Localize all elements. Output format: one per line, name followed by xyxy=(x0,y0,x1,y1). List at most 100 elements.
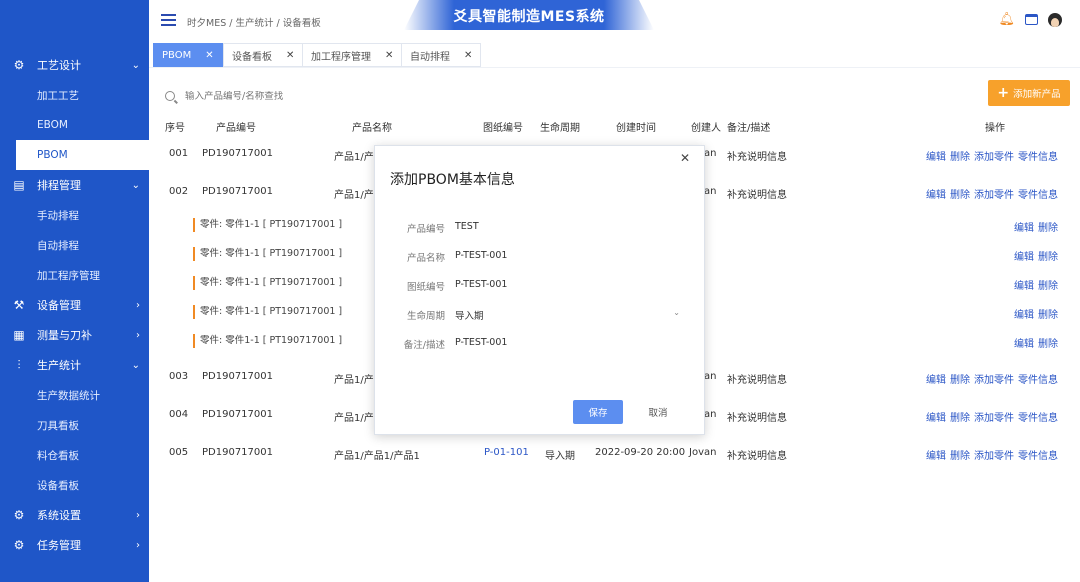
delete-link[interactable]: 删除 xyxy=(1038,219,1058,234)
part-label: 零件: 零件1-1 [ PT190717001 ] xyxy=(193,305,342,319)
delete-link[interactable]: 删除 xyxy=(950,186,970,201)
sidebar-item-process[interactable]: 加工工艺 xyxy=(0,80,149,110)
column-header: 生命周期 xyxy=(540,123,580,134)
sidebar-menu-tasks[interactable]: ⚙ 任务管理 › xyxy=(0,530,149,560)
delete-link[interactable]: 删除 xyxy=(1038,248,1058,263)
delete-link[interactable]: 删除 xyxy=(1038,335,1058,350)
edit-link[interactable]: 编辑 xyxy=(1014,335,1034,350)
avatar[interactable] xyxy=(1048,12,1062,27)
part-info-link[interactable]: 零件信息 xyxy=(1018,186,1058,201)
sidebar-menu-stats[interactable]: ⫶ 生产统计 ⌄ xyxy=(0,350,149,380)
product-code-field[interactable]: TEST xyxy=(455,221,479,232)
sidebar-item-production-stats[interactable]: 生产数据统计 xyxy=(0,380,149,410)
close-icon[interactable]: ✕ xyxy=(205,50,213,61)
sidebar-item-bin-board[interactable]: 料仓看板 xyxy=(0,440,149,470)
drawing-no[interactable]: P-01-101 xyxy=(484,447,529,458)
app-title-banner: 爻具智能制造MES系统 xyxy=(404,0,654,30)
edit-link[interactable]: 编辑 xyxy=(926,409,946,424)
edit-link[interactable]: 编辑 xyxy=(926,371,946,386)
column-header: 序号 xyxy=(165,123,185,134)
sidebar-item-equipment-board[interactable]: 设备看板 xyxy=(0,470,149,500)
bell-icon[interactable]: 🔔︎ xyxy=(998,12,1015,27)
edit-link[interactable]: 编辑 xyxy=(926,447,946,462)
part-info-link[interactable]: 零件信息 xyxy=(1018,148,1058,163)
sidebar-item-ebom[interactable]: EBOM xyxy=(0,110,149,140)
sidebar-item-manual-schedule[interactable]: 手动排程 xyxy=(0,200,149,230)
remark: 补充说明信息 xyxy=(727,413,787,424)
tab-program-management[interactable]: 加工程序管理 ✕ xyxy=(302,43,403,67)
app-title: 爻具智能制造MES系统 xyxy=(453,9,605,25)
sidebar-item-tool-board[interactable]: 刀具看板 xyxy=(0,410,149,440)
chevron-right-icon: › xyxy=(136,329,140,341)
delete-link[interactable]: 删除 xyxy=(950,371,970,386)
process-design-icon: ⚙ xyxy=(13,58,25,72)
edit-link[interactable]: 编辑 xyxy=(926,186,946,201)
column-header: 备注/描述 xyxy=(727,123,771,134)
tab-pbom[interactable]: PBOM ✕ xyxy=(153,43,223,67)
chevron-right-icon: › xyxy=(136,299,140,311)
breadcrumb: 时夕MES / 生产统计 / 设备看板 xyxy=(187,18,321,29)
edit-link[interactable]: 编辑 xyxy=(926,148,946,163)
add-part-link[interactable]: 添加零件 xyxy=(974,148,1014,163)
delete-link[interactable]: 删除 xyxy=(950,447,970,462)
chevron-right-icon: › xyxy=(136,509,140,521)
tab-equipment-board[interactable]: 设备看板 ✕ xyxy=(223,43,304,67)
edit-link[interactable]: 编辑 xyxy=(1014,306,1034,321)
delete-link[interactable]: 删除 xyxy=(1038,277,1058,292)
product-code: PD190717001 xyxy=(202,148,273,159)
task-icon: ⚙ xyxy=(13,538,25,552)
lifecycle-select[interactable]: 导入期 ⌄ xyxy=(450,305,680,325)
search-input[interactable] xyxy=(185,90,425,102)
row-no: 003 xyxy=(169,371,189,382)
tab-auto-schedule[interactable]: 自动排程 ✕ xyxy=(401,43,482,67)
settings-icon: ⚙ xyxy=(13,508,25,522)
menu-label: 系统设置 xyxy=(37,509,81,522)
remark: 补充说明信息 xyxy=(727,451,787,462)
chevron-down-icon: ⌄ xyxy=(131,179,140,191)
menu-label: 测量与刀补 xyxy=(37,329,92,342)
cancel-button[interactable]: 取消 xyxy=(633,400,683,424)
plus-icon: + xyxy=(997,85,1010,101)
product-name: 产品1/产 xyxy=(334,190,374,201)
sidebar-menu-settings[interactable]: ⚙ 系统设置 › xyxy=(0,500,149,530)
part-info-link[interactable]: 零件信息 xyxy=(1018,409,1058,424)
drawing-no-field[interactable]: P-TEST-001 xyxy=(455,279,507,290)
created-time: 2022-09-20 20:00 xyxy=(595,447,686,458)
close-icon[interactable]: ✕ xyxy=(286,50,294,61)
add-part-link[interactable]: 添加零件 xyxy=(974,409,1014,424)
product-name-field[interactable]: P-TEST-001 xyxy=(455,250,507,261)
add-part-link[interactable]: 添加零件 xyxy=(974,186,1014,201)
product-name: 产品1/产品1/产品1 xyxy=(334,451,420,462)
close-icon[interactable]: ✕ xyxy=(464,50,472,61)
sidebar-item-auto-schedule[interactable]: 自动排程 xyxy=(0,230,149,260)
sidebar-item-pbom[interactable]: PBOM xyxy=(16,140,149,170)
edit-link[interactable]: 编辑 xyxy=(1014,277,1034,292)
sidebar-menu-process-design[interactable]: ⚙ 工艺设计 ⌄ xyxy=(0,50,149,80)
part-info-link[interactable]: 零件信息 xyxy=(1018,447,1058,462)
delete-link[interactable]: 删除 xyxy=(950,409,970,424)
product-code: PD190717001 xyxy=(202,186,273,197)
sidebar-menu-measure[interactable]: ▦ 测量与刀补 › xyxy=(0,320,149,350)
add-product-button[interactable]: + 添加新产品 xyxy=(988,80,1070,106)
sidebar-menu-schedule[interactable]: ▤ 排程管理 ⌄ xyxy=(0,170,149,200)
sidebar-menu-equipment[interactable]: ⚒ 设备管理 › xyxy=(0,290,149,320)
field-label-product-code: 产品编号 xyxy=(406,224,445,235)
delete-link[interactable]: 删除 xyxy=(1038,306,1058,321)
sidebar-item-program-management[interactable]: 加工程序管理 xyxy=(0,260,149,290)
edit-link[interactable]: 编辑 xyxy=(1014,248,1034,263)
window-icon[interactable] xyxy=(1025,14,1038,25)
close-icon[interactable]: ✕ xyxy=(385,50,393,61)
add-part-link[interactable]: 添加零件 xyxy=(974,447,1014,462)
menu-label: 设备管理 xyxy=(37,299,81,312)
remark-field[interactable]: P-TEST-001 xyxy=(455,337,507,348)
menu-toggle-icon[interactable] xyxy=(161,14,176,26)
delete-link[interactable]: 删除 xyxy=(950,148,970,163)
add-part-link[interactable]: 添加零件 xyxy=(974,371,1014,386)
remark: 补充说明信息 xyxy=(727,152,787,163)
sidebar: ⚙ 工艺设计 ⌄ 加工工艺 EBOM PBOM ▤ 排程管理 ⌄ 手动排程 自动… xyxy=(0,0,149,582)
save-button[interactable]: 保存 xyxy=(573,400,623,424)
edit-link[interactable]: 编辑 xyxy=(1014,219,1034,234)
close-icon[interactable]: ✕ xyxy=(680,151,690,165)
part-info-link[interactable]: 零件信息 xyxy=(1018,371,1058,386)
search-box[interactable] xyxy=(165,86,445,106)
